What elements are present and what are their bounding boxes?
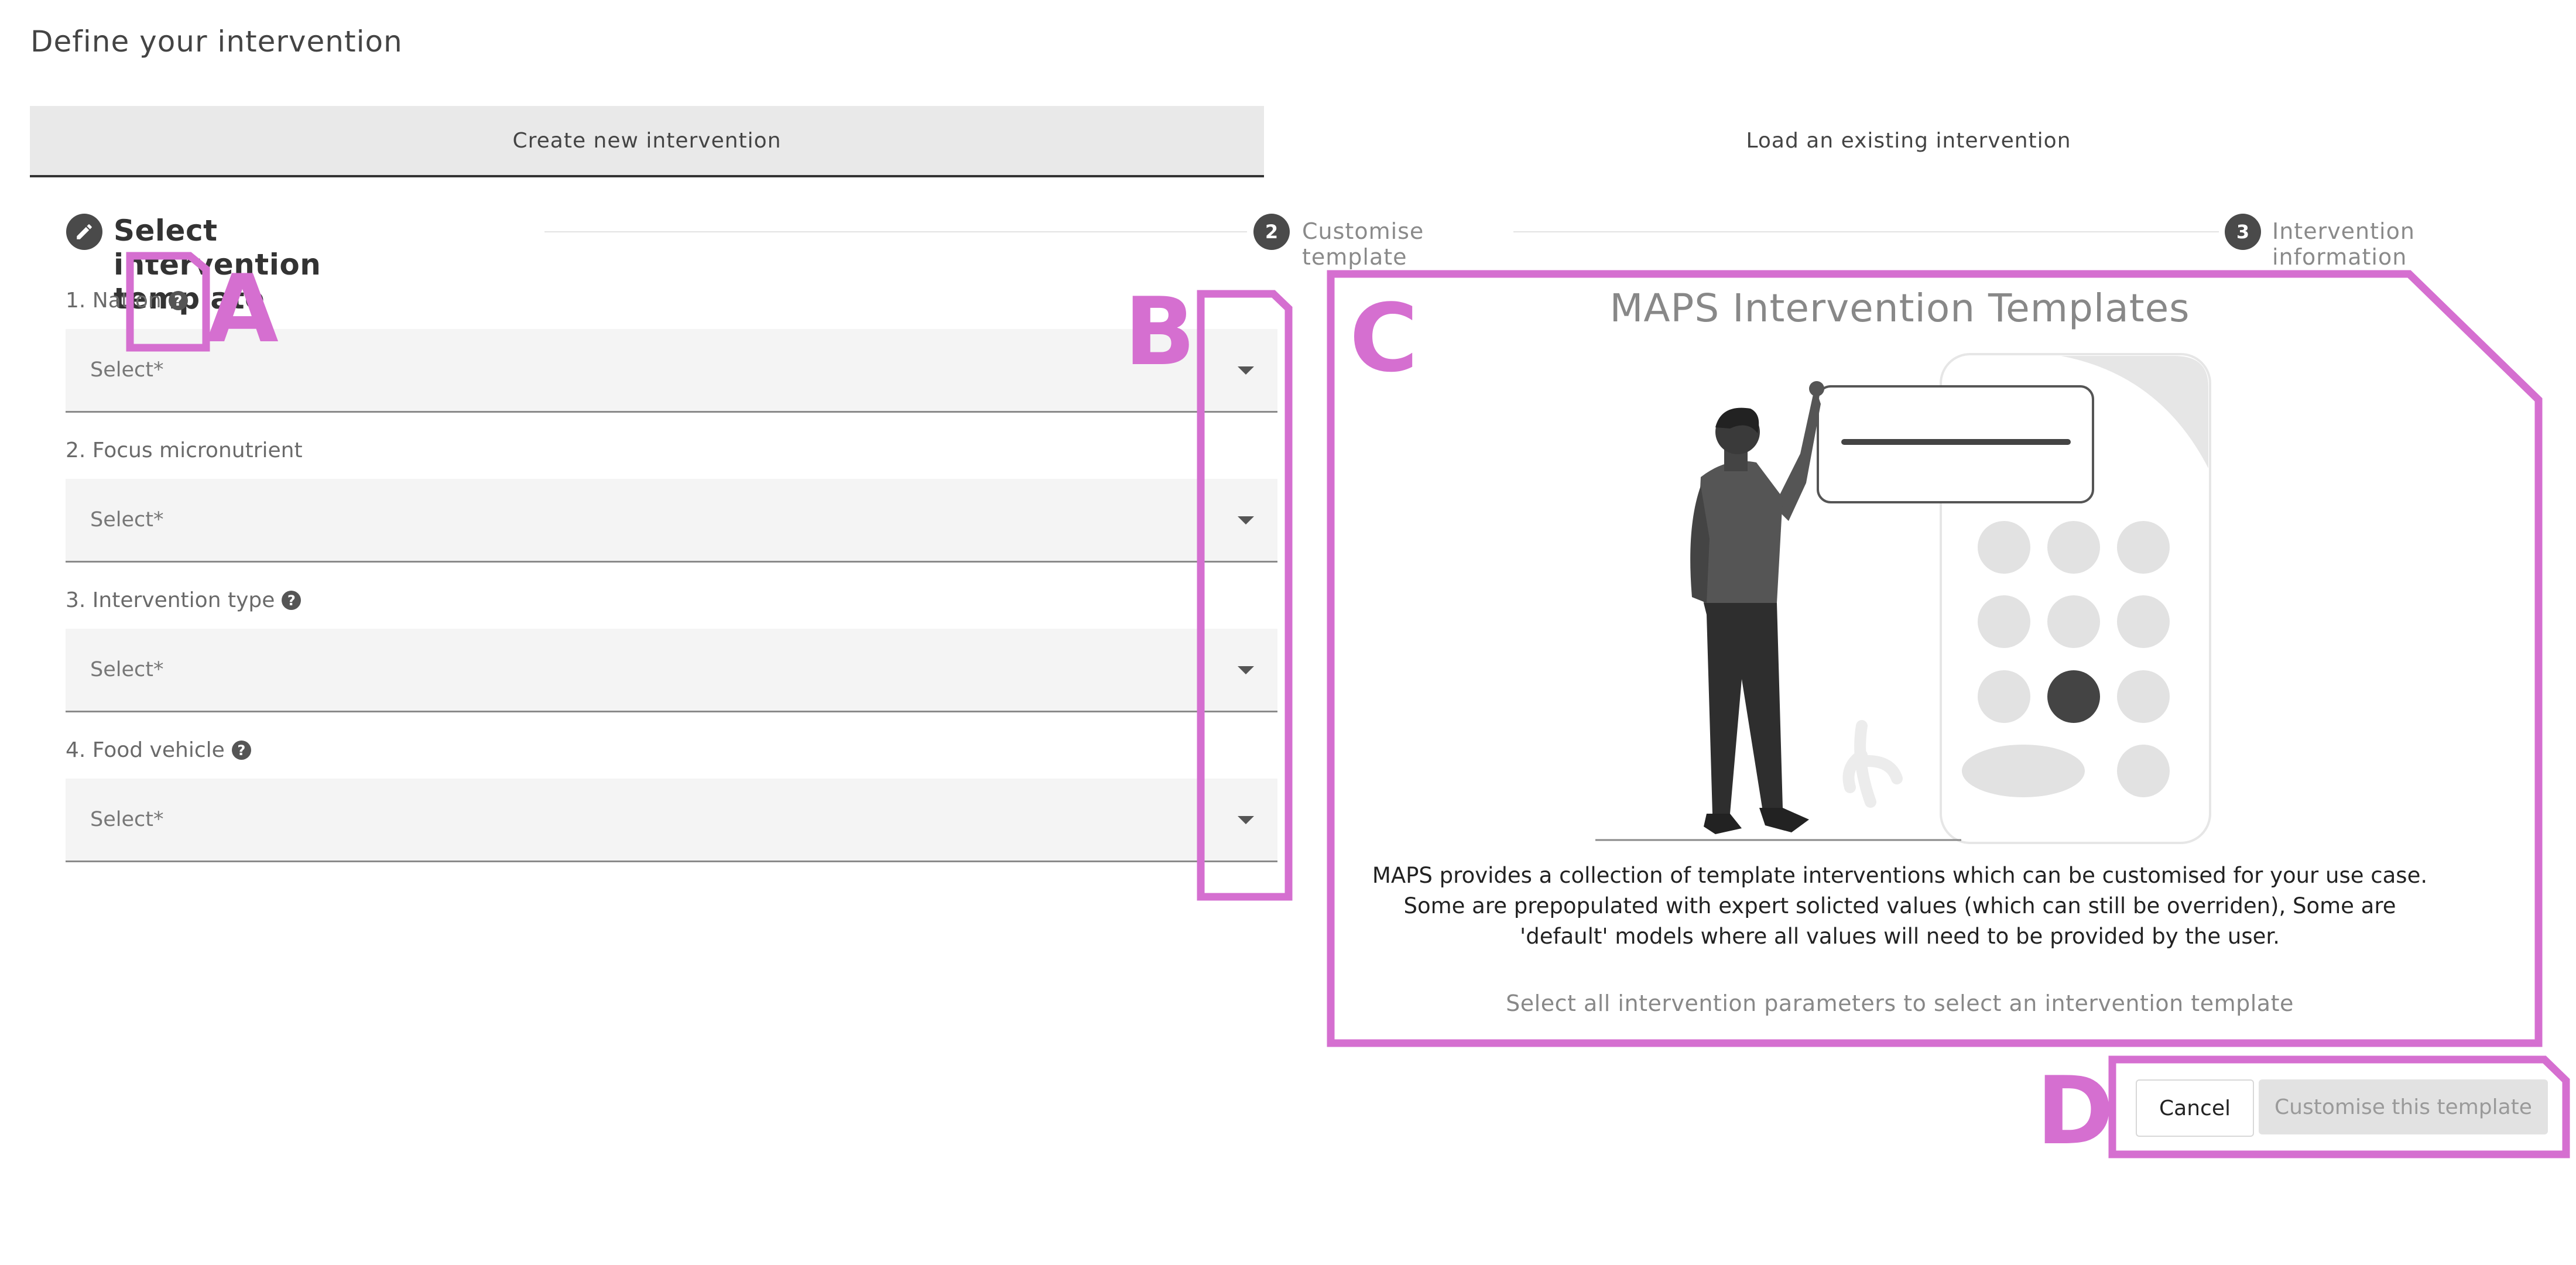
step-label-intervention-information: Intervention information <box>2272 218 2415 270</box>
field-label-intervention-type: 3. Intervention type ? <box>66 588 302 612</box>
annotation-label-c: C <box>1349 283 1419 393</box>
annotation-label-b: B <box>1124 277 1195 386</box>
help-icon[interactable]: ? <box>231 741 251 760</box>
food-vehicle-select[interactable]: Select* <box>66 779 1277 862</box>
food-vehicle-label-text: 4. Food vehicle <box>66 738 225 762</box>
tab-create-new-intervention[interactable]: Create new intervention <box>30 106 1264 177</box>
tab-load-existing-intervention[interactable]: Load an existing intervention <box>1264 106 2553 175</box>
help-icon[interactable]: ? <box>282 591 302 610</box>
stepper-connector <box>1513 231 2219 232</box>
tab-bar: Create new intervention Load an existing… <box>30 106 2553 177</box>
intervention-type-label-text: 3. Intervention type <box>66 588 275 612</box>
cancel-button[interactable]: Cancel <box>2136 1079 2254 1137</box>
step-number-3: 3 <box>2225 214 2261 250</box>
caret-down-icon <box>1238 366 1254 375</box>
help-icon[interactable]: ? <box>168 291 188 310</box>
nation-label-text: 1. Nation <box>66 289 162 313</box>
annotation-label-d: D <box>2036 1056 2114 1165</box>
template-panel-description: MAPS provides a collection of template i… <box>1372 863 2428 949</box>
select-value: Select* <box>90 508 164 532</box>
template-panel-title: MAPS Intervention Templates <box>1609 286 2190 331</box>
annotation-label-a: A <box>206 254 279 364</box>
step-number-2: 2 <box>1253 214 1290 250</box>
stepper-connector <box>544 231 1247 232</box>
caret-down-icon <box>1238 516 1254 524</box>
field-label-focus-micronutrient: 2. Focus micronutrient <box>66 438 303 462</box>
select-value: Select* <box>90 808 164 831</box>
field-label-nation: 1. Nation ? <box>66 289 188 313</box>
template-illustration <box>1595 353 2211 844</box>
focus-micronutrient-select[interactable]: Select* <box>66 479 1277 563</box>
page-title: Define your intervention <box>30 25 403 59</box>
caret-down-icon <box>1238 666 1254 674</box>
caret-down-icon <box>1238 816 1254 824</box>
template-panel-hint: Select all intervention parameters to se… <box>1506 990 2294 1016</box>
field-label-food-vehicle: 4. Food vehicle ? <box>66 738 251 762</box>
focus-micronutrient-label-text: 2. Focus micronutrient <box>66 438 303 462</box>
step-label-customise-template: Customise template <box>1302 218 1424 270</box>
intervention-type-select[interactable]: Select* <box>66 629 1277 712</box>
select-value: Select* <box>90 358 164 382</box>
select-value: Select* <box>90 658 164 681</box>
pencil-icon <box>66 214 102 250</box>
customise-template-button[interactable]: Customise this template <box>2259 1079 2548 1134</box>
